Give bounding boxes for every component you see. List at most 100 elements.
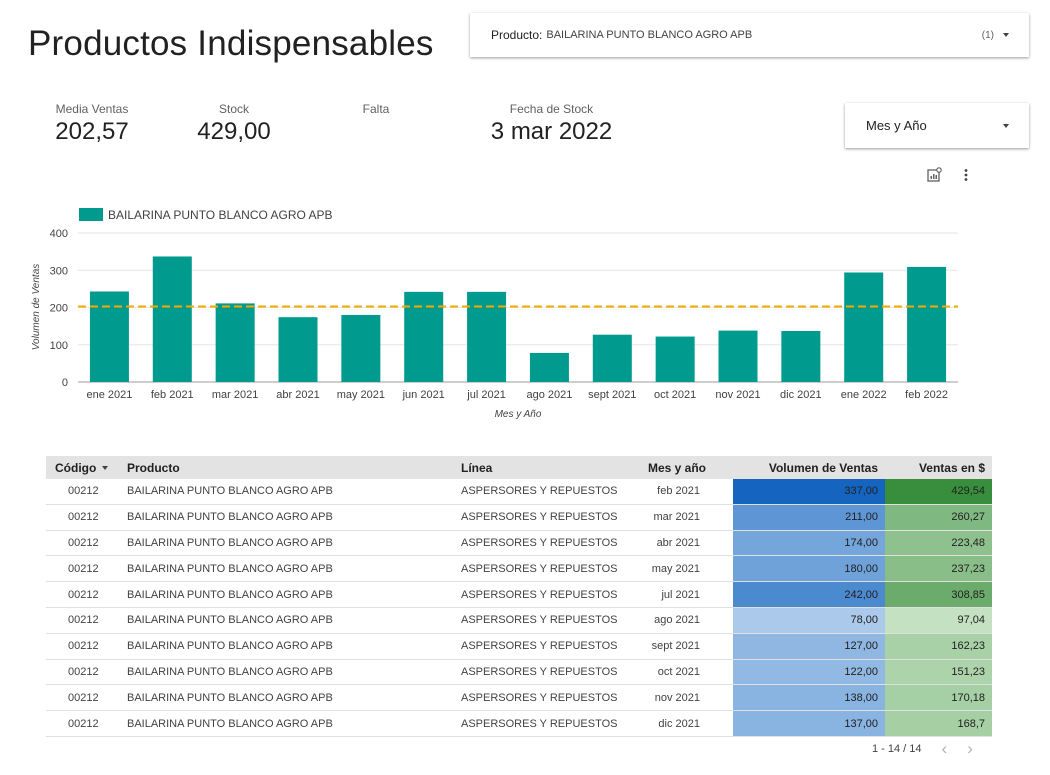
cell-volume: 78,00	[733, 607, 885, 633]
legend-label: BAILARINA PUNTO BLANCO AGRO APB	[108, 208, 333, 222]
cell-product: BAILARINA PUNTO BLANCO AGRO APB	[127, 562, 333, 575]
cell-sales: 162,23	[885, 633, 992, 659]
cell-line: ASPERSORES Y REPUESTOS	[461, 691, 618, 704]
column-header-line[interactable]: Línea	[453, 461, 643, 475]
sort-desc-icon	[102, 465, 109, 470]
table-row[interactable]: 00212 BAILARINA PUNTO BLANCO AGRO APB ASPE…	[46, 479, 992, 505]
table-header: Código Producto Línea Mes y año Volumen …	[46, 456, 992, 479]
x-axis-title: Mes y Año	[495, 409, 542, 420]
legend-swatch	[79, 208, 103, 221]
cell-code: 00212	[68, 536, 99, 549]
cell-code: 00212	[68, 562, 99, 575]
table-body: 00212 BAILARINA PUNTO BLANCO AGRO APB ASPE…	[46, 479, 992, 737]
x-tick-label: oct 2021	[654, 389, 696, 401]
chevron-down-icon	[1003, 33, 1009, 37]
kpi-falta: Falta	[350, 102, 402, 118]
cell-volume: 174,00	[733, 530, 885, 556]
cell-line: ASPERSORES Y REPUESTOS	[461, 665, 618, 678]
x-tick-label: ene 2022	[841, 389, 887, 401]
table-row[interactable]: 00212 BAILARINA PUNTO BLANCO AGRO APB ASPE…	[46, 711, 992, 737]
cell-volume: 242,00	[733, 582, 885, 607]
column-header-sales[interactable]: Ventas en $	[885, 461, 992, 475]
cell-code: 00212	[68, 691, 99, 704]
bar	[278, 317, 318, 382]
cell-month: abr 2021	[656, 536, 700, 549]
y-tick-label: 100	[50, 340, 68, 352]
column-header-month[interactable]: Mes y año	[643, 461, 733, 475]
kpi-label: Fecha de Stock	[509, 102, 594, 116]
explore-chart-icon[interactable]	[924, 165, 944, 185]
cell-volume: 137,00	[733, 711, 885, 736]
cell-sales: 223,48	[885, 530, 992, 556]
cell-volume: 211,00	[733, 504, 885, 530]
product-filter[interactable]: Producto: BAILARINA PUNTO BLANCO AGRO AP…	[470, 13, 1029, 57]
kpi-label: Media Ventas	[55, 102, 129, 116]
cell-line: ASPERSORES Y REPUESTOS	[461, 614, 618, 627]
cell-sales: 170,18	[885, 685, 992, 711]
x-tick-label: feb 2022	[905, 389, 948, 401]
column-header-volume[interactable]: Volumen de Ventas	[733, 461, 885, 475]
x-tick-label: may 2021	[337, 389, 385, 401]
table-row[interactable]: 00212 BAILARINA PUNTO BLANCO AGRO APB ASPE…	[46, 582, 992, 608]
cell-line: ASPERSORES Y REPUESTOS	[461, 536, 618, 549]
cell-product: BAILARINA PUNTO BLANCO AGRO APB	[127, 665, 333, 678]
table-row[interactable]: 00212 BAILARINA PUNTO BLANCO AGRO APB ASPE…	[46, 530, 992, 557]
cell-product: BAILARINA PUNTO BLANCO AGRO APB	[127, 640, 333, 653]
month-year-filter-label: Mes y Año	[866, 118, 927, 133]
y-tick-label: 200	[50, 303, 68, 315]
cell-code: 00212	[68, 511, 99, 524]
column-header-product[interactable]: Producto	[119, 461, 453, 475]
cell-code: 00212	[68, 614, 99, 627]
table-row[interactable]: 00212 BAILARINA PUNTO BLANCO AGRO APB ASPE…	[46, 504, 992, 531]
kpi-label: Stock	[218, 102, 249, 116]
chevron-right-icon[interactable]: ›	[967, 740, 973, 757]
cell-volume: 180,00	[733, 556, 885, 582]
bar	[844, 272, 884, 382]
table-row[interactable]: 00212 BAILARINA PUNTO BLANCO AGRO APB ASPE…	[46, 556, 992, 583]
chart-toolbar	[924, 165, 976, 185]
y-tick-label: 400	[50, 228, 68, 240]
chevron-left-icon[interactable]: ‹	[942, 740, 948, 757]
table-row[interactable]: 00212 BAILARINA PUNTO BLANCO AGRO APB ASPE…	[46, 607, 992, 634]
bar	[592, 334, 632, 382]
cell-line: ASPERSORES Y REPUESTOS	[461, 485, 618, 498]
kpi-value: 3 mar 2022	[490, 118, 613, 145]
cell-product: BAILARINA PUNTO BLANCO AGRO APB	[127, 511, 333, 524]
x-tick-label: nov 2021	[715, 389, 760, 401]
product-filter-label: Producto:	[491, 28, 543, 42]
month-year-filter[interactable]: Mes y Año	[845, 103, 1029, 148]
cell-month: mar 2021	[653, 511, 700, 524]
bar	[404, 291, 444, 382]
cell-line: ASPERSORES Y REPUESTOS	[461, 511, 618, 524]
bar	[781, 330, 821, 382]
x-tick-label: mar 2021	[212, 389, 258, 401]
cell-code: 00212	[68, 640, 99, 653]
cell-month: feb 2021	[657, 485, 700, 498]
more-vert-icon[interactable]	[956, 165, 976, 185]
cell-sales: 429,54	[885, 479, 992, 504]
kpi-stock: Stock 429,00	[195, 102, 273, 146]
x-tick-label: ene 2021	[86, 389, 132, 401]
cell-line: ASPERSORES Y REPUESTOS	[461, 588, 618, 601]
bar	[655, 336, 695, 382]
table-row[interactable]: 00212 BAILARINA PUNTO BLANCO AGRO APB ASPE…	[46, 685, 992, 712]
cell-sales: 260,27	[885, 504, 992, 530]
bar	[215, 303, 255, 382]
cell-product: BAILARINA PUNTO BLANCO AGRO APB	[127, 717, 333, 730]
cell-line: ASPERSORES Y REPUESTOS	[461, 640, 618, 653]
cell-volume: 127,00	[733, 633, 885, 659]
cell-month: oct 2021	[657, 665, 700, 678]
table-row[interactable]: 00212 BAILARINA PUNTO BLANCO AGRO APB ASPE…	[46, 633, 992, 660]
y-tick-label: 0	[62, 377, 68, 389]
cell-volume: 138,00	[733, 685, 885, 711]
page-title: Productos Indispensables	[28, 24, 434, 63]
cell-code: 00212	[68, 588, 99, 601]
table-row[interactable]: 00212 BAILARINA PUNTO BLANCO AGRO APB ASPE…	[46, 659, 992, 686]
column-header-code[interactable]: Código	[46, 461, 119, 475]
x-tick-label: abr 2021	[276, 389, 319, 401]
sales-table: Código Producto Línea Mes y año Volumen …	[46, 456, 992, 737]
x-tick-label: jun 2021	[402, 389, 445, 401]
cell-sales: 237,23	[885, 556, 992, 582]
chevron-down-icon	[1003, 123, 1009, 128]
product-filter-count: (1)	[981, 29, 994, 41]
